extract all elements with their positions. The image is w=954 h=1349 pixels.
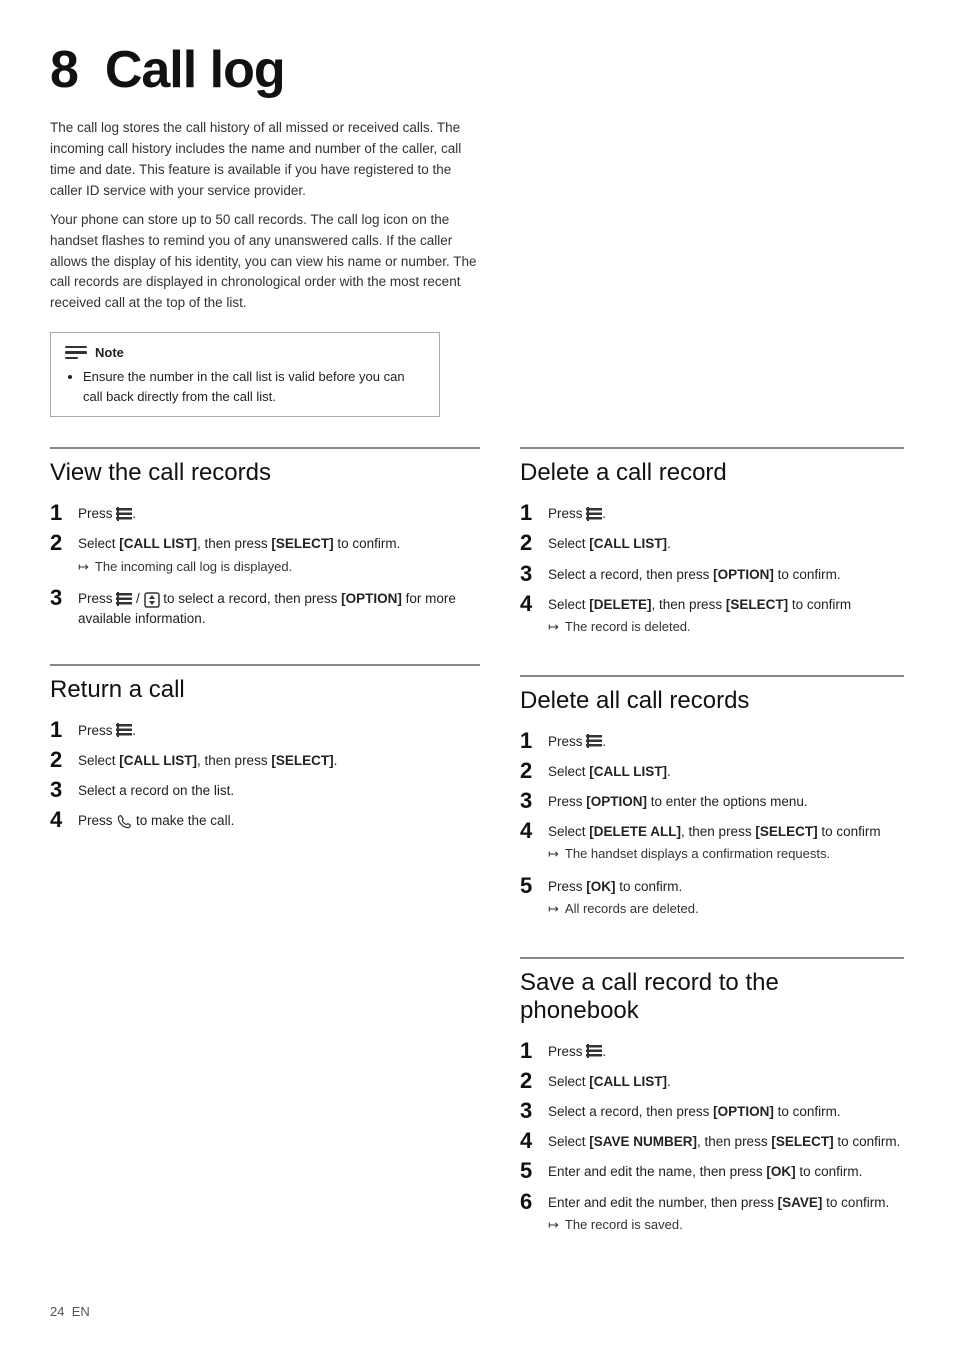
note-header: Note [65, 343, 425, 361]
section-delete-all-title: Delete all call records [520, 675, 904, 715]
delete-step-3: 3 Select a record, then press [OPTION] t… [520, 562, 904, 586]
note-icon [65, 343, 87, 361]
intro-para-1: The call log stores the call history of … [50, 118, 480, 202]
section-return-title: Return a call [50, 664, 480, 704]
return-step-4: 4 Press to make the call. [50, 808, 480, 832]
save-step-2: 2 Select [CALL LIST]. [520, 1069, 904, 1093]
delete-steps: 1 Press . 2 Select [CALL LIST]. 3 Select… [520, 501, 904, 640]
footer: 24 EN [50, 1304, 90, 1319]
phone-icon [116, 814, 132, 830]
return-steps: 1 Press . 2 Select [CALL LIST], then pre… [50, 718, 480, 833]
section-return: Return a call 1 Press . 2 Select [CALL L… [50, 664, 480, 839]
section-save: Save a call record to the phonebook 1 Pr… [520, 957, 904, 1245]
intro-section: The call log stores the call history of … [50, 118, 480, 314]
delete-step-4: 4 Select [DELETE], then press [SELECT] t… [520, 592, 904, 641]
save-steps: 1 Press . 2 Select [CALL LIST]. 3 Select… [520, 1039, 904, 1239]
section-save-title: Save a call record to the phonebook [520, 957, 904, 1025]
note-label: Note [95, 345, 124, 360]
save-step-5: 5 Enter and edit the name, then press [O… [520, 1159, 904, 1183]
save-step-3: 3 Select a record, then press [OPTION] t… [520, 1099, 904, 1123]
save-step-6: 6 Enter and edit the number, then press … [520, 1190, 904, 1239]
list-icon [116, 507, 132, 521]
save-step-6-result: ↦ The record is saved. [548, 1215, 904, 1235]
list-icon-2 [116, 592, 132, 606]
return-step-1: 1 Press . [50, 718, 480, 742]
delete-all-step-2: 2 Select [CALL LIST]. [520, 759, 904, 783]
section-delete-all: Delete all call records 1 Press . 2 Sele… [520, 675, 904, 929]
intro-para-2: Your phone can store up to 50 call recor… [50, 210, 480, 315]
nav-icon [144, 592, 160, 608]
note-list: Ensure the number in the call list is va… [65, 367, 425, 406]
delete-step-1: 1 Press . [520, 501, 904, 525]
delete-all-step-5-result: ↦ All records are deleted. [548, 899, 904, 919]
section-view: View the call records 1 Press . 2 Select… [50, 447, 480, 635]
section-view-title: View the call records [50, 447, 480, 487]
page-lang: EN [72, 1304, 90, 1319]
note-item: Ensure the number in the call list is va… [83, 367, 425, 406]
view-step-1: 1 Press . [50, 501, 480, 525]
view-step-3: 3 Press / to select a record, then press… [50, 586, 480, 630]
delete-step-2: 2 Select [CALL LIST]. [520, 531, 904, 555]
view-step-2-result: ↦ The incoming call log is displayed. [78, 557, 480, 577]
list-icon-4 [586, 507, 602, 521]
save-step-1: 1 Press . [520, 1039, 904, 1063]
view-step-2: 2 Select [CALL LIST], then press [SELECT… [50, 531, 480, 580]
delete-all-steps: 1 Press . 2 Select [CALL LIST]. 3 Press … [520, 729, 904, 923]
view-steps: 1 Press . 2 Select [CALL LIST], then pre… [50, 501, 480, 629]
section-delete: Delete a call record 1 Press . 2 Select … [520, 447, 904, 646]
delete-all-step-4-result: ↦ The handset displays a confirmation re… [548, 844, 904, 864]
list-icon-6 [586, 1044, 602, 1058]
list-icon-3 [116, 723, 132, 737]
note-box: Note Ensure the number in the call list … [50, 332, 440, 417]
delete-step-4-result: ↦ The record is deleted. [548, 617, 904, 637]
section-delete-title: Delete a call record [520, 447, 904, 487]
delete-all-step-5: 5 Press [OK] to confirm. ↦ All records a… [520, 874, 904, 923]
return-step-3: 3 Select a record on the list. [50, 778, 480, 802]
page-title: 8 Call log [50, 40, 904, 100]
delete-all-step-1: 1 Press . [520, 729, 904, 753]
delete-all-step-4: 4 Select [DELETE ALL], then press [SELEC… [520, 819, 904, 868]
page-number: 24 [50, 1304, 64, 1319]
save-step-4: 4 Select [SAVE NUMBER], then press [SELE… [520, 1129, 904, 1153]
return-step-2: 2 Select [CALL LIST], then press [SELECT… [50, 748, 480, 772]
list-icon-5 [586, 734, 602, 748]
delete-all-step-3: 3 Press [OPTION] to enter the options me… [520, 789, 904, 813]
